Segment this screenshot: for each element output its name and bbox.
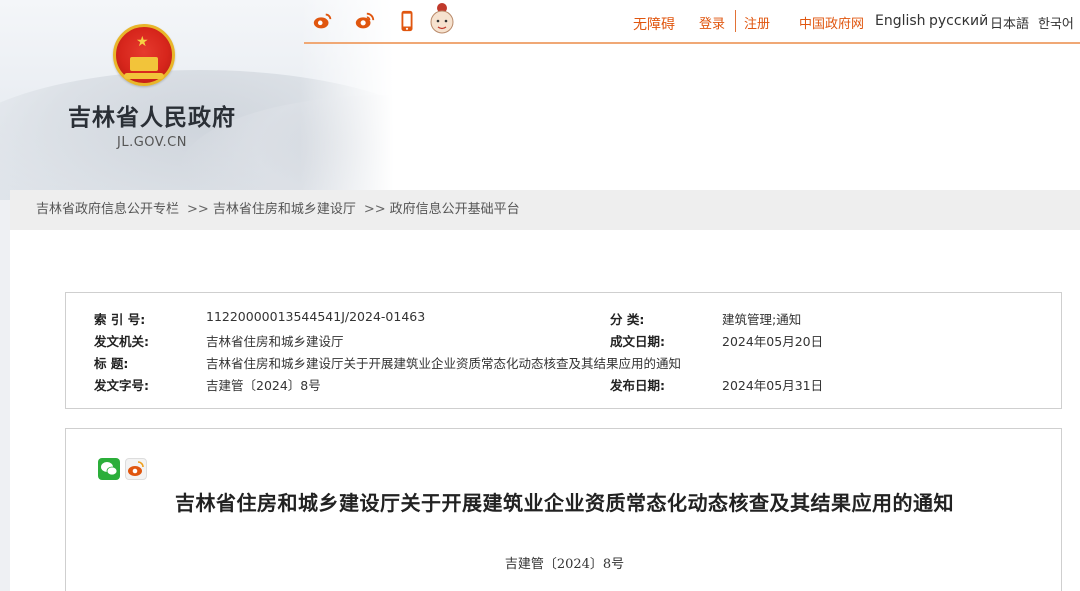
breadcrumb-separator: >> [363, 202, 386, 217]
metadata-row: 标 题: 吉林省住房和城乡建设厅关于开展建筑业企业资质常态化动态核查及其结果应用… [66, 353, 1063, 375]
weibo-share-icon[interactable] [125, 458, 147, 480]
site-title[interactable]: 吉林省人民政府 [62, 98, 242, 132]
document-number: 吉建管〔2024〕8号 [504, 557, 625, 572]
weibo-icon[interactable] [312, 10, 334, 32]
avatar-icon[interactable] [428, 2, 456, 34]
wechat-share-icon[interactable] [98, 458, 120, 480]
metadata-row: 发文字号: 吉建管〔2024〕8号 发布日期: 2024年05月31日 [66, 375, 1063, 397]
index-value: 11220000013544541J/2024-01463 [206, 309, 426, 324]
national-emblem-logo[interactable]: ★ [113, 24, 175, 86]
issuer-label: 发文机关: [94, 334, 149, 349]
document-metadata-table: 索 引 号: 11220000013544541J/2024-01463 分 类… [65, 292, 1062, 409]
category-value: 建筑管理;通知 [722, 312, 802, 327]
breadcrumb-item[interactable]: 政府信息公开基础平台 [390, 202, 520, 217]
star-icon: ★ [136, 34, 149, 50]
english-link[interactable]: English [875, 13, 926, 29]
russian-link[interactable]: русский [929, 13, 988, 29]
document-title: 吉林省住房和城乡建设厅关于开展建筑业企业资质常态化动态核查及其结果应用的通知 [175, 491, 954, 515]
breadcrumb-item[interactable]: 吉林省住房和城乡建设厅 [213, 202, 356, 217]
korean-link[interactable]: 한국어 [1038, 13, 1074, 32]
emblem-base [124, 73, 164, 79]
title-label: 标 题: [94, 356, 129, 371]
japanese-link[interactable]: 日本語 [990, 13, 1029, 32]
mobile-icon[interactable] [396, 10, 418, 32]
divider [735, 10, 736, 32]
doc-number-value: 吉建管〔2024〕8号 [206, 378, 321, 393]
content-panel: 索 引 号: 11220000013544541J/2024-01463 分 类… [10, 230, 1080, 591]
metadata-row: 索 引 号: 11220000013544541J/2024-01463 分 类… [66, 309, 1063, 331]
published-date-value: 2024年05月31日 [722, 378, 824, 393]
register-link[interactable]: 注册 [744, 13, 770, 32]
gate-shape [130, 57, 158, 71]
site-domain: JL.GOV.CN [117, 135, 187, 150]
breadcrumb: 吉林省政府信息公开专栏 >> 吉林省住房和城乡建设厅 >> 政府信息公开基础平台 [10, 190, 1080, 230]
created-date-value: 2024年05月20日 [722, 334, 824, 349]
doc-number-label: 发文字号: [94, 378, 149, 393]
title-value: 吉林省住房和城乡建设厅关于开展建筑业企业资质常态化动态核查及其结果应用的通知 [206, 356, 682, 371]
published-date-label: 发布日期: [610, 378, 665, 393]
weibo-icon[interactable] [354, 10, 376, 32]
created-date-label: 成文日期: [610, 334, 665, 349]
metadata-row: 发文机关: 吉林省住房和城乡建设厅 成文日期: 2024年05月20日 [66, 331, 1063, 353]
index-label: 索 引 号: [94, 312, 146, 327]
issuer-value: 吉林省住房和城乡建设厅 [206, 334, 344, 349]
document-body: 吉林省住房和城乡建设厅关于开展建筑业企业资质常态化动态核查及其结果应用的通知 吉… [65, 428, 1062, 591]
login-link[interactable]: 登录 [699, 13, 725, 32]
breadcrumb-item[interactable]: 吉林省政府信息公开专栏 [36, 202, 179, 217]
china-gov-link[interactable]: 中国政府网 [799, 13, 864, 32]
barrier-free-link[interactable]: 无障碍 [633, 14, 675, 34]
top-bar: 无障碍 登录 注册 中国政府网 English русский 日本語 한국어 [304, 0, 1080, 44]
breadcrumb-separator: >> [187, 202, 209, 217]
category-label: 分 类: [610, 312, 645, 327]
